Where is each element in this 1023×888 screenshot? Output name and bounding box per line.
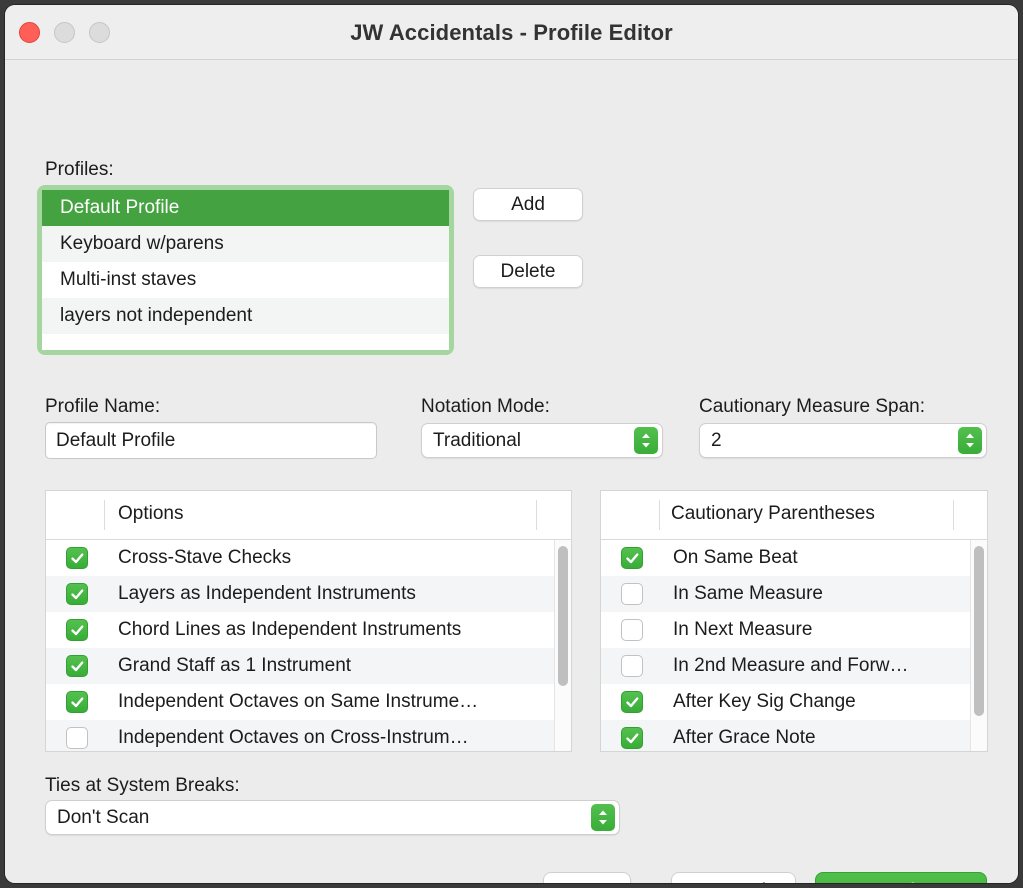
scrollbar-thumb[interactable] <box>974 546 984 716</box>
ties-at-system-breaks-label: Ties at System Breaks: <box>45 775 240 796</box>
table-row-label: Grand Staff as 1 Instrument <box>118 655 352 676</box>
cautionary-measure-span-value: 2 <box>711 430 722 451</box>
add-profile-button[interactable]: Add <box>473 188 583 221</box>
table-row-label: Cross-Stave Checks <box>118 547 292 568</box>
notation-mode-select[interactable]: Traditional <box>421 423 663 458</box>
checkbox[interactable] <box>66 619 88 641</box>
profiles-list[interactable]: Default Profile Keyboard w/parens Multi-… <box>42 190 449 350</box>
notation-mode-value: Traditional <box>433 430 522 451</box>
profile-list-item[interactable]: Multi-inst staves <box>42 262 449 298</box>
table-row[interactable]: Layers as Independent Instruments <box>46 576 571 612</box>
profile-name-label: Profile Name: <box>45 396 161 417</box>
table-row-label: In 2nd Measure and Forw… <box>673 655 909 676</box>
cautionary-table-header: Cautionary Parentheses <box>601 491 987 540</box>
options-table: Options Cross-Stave Checks Layers as Ind… <box>45 490 572 752</box>
dialog-content: Profiles: Default Profile Keyboard w/par… <box>5 60 1018 883</box>
scrollbar[interactable] <box>970 540 987 751</box>
table-row[interactable]: Grand Staff as 1 Instrument <box>46 648 571 684</box>
table-row[interactable]: Independent Octaves on Cross-Instrum… <box>46 720 571 751</box>
cautionary-measure-span-label: Cautionary Measure Span: <box>699 396 926 417</box>
table-row[interactable]: On Same Beat <box>601 540 987 576</box>
options-table-body: Cross-Stave Checks Layers as Independent… <box>46 540 571 751</box>
ok-button[interactable]: OK <box>543 872 631 883</box>
ties-at-system-breaks-select[interactable]: Don't Scan <box>45 800 620 835</box>
table-row-label: Chord Lines as Independent Instruments <box>118 619 462 640</box>
profile-name-input[interactable] <box>45 422 377 459</box>
notation-mode-label: Notation Mode: <box>421 396 550 417</box>
checkbox[interactable] <box>621 655 643 677</box>
checkbox[interactable] <box>66 583 88 605</box>
scrollbar-thumb[interactable] <box>558 546 568 686</box>
table-row[interactable]: After Key Sig Change <box>601 684 987 720</box>
table-row[interactable]: In 2nd Measure and Forw… <box>601 648 987 684</box>
window-title: JW Accidentals - Profile Editor <box>350 20 673 45</box>
chevron-updown-icon[interactable] <box>634 427 658 454</box>
chevron-updown-icon[interactable] <box>591 804 615 831</box>
checkbox[interactable] <box>621 727 643 749</box>
ties-at-system-breaks-value: Don't Scan <box>57 807 150 828</box>
profile-list-empty-row <box>42 334 449 350</box>
checkbox[interactable] <box>621 583 643 605</box>
profile-editor-window: JW Accidentals - Profile Editor Profiles… <box>5 5 1018 883</box>
delete-profile-button[interactable]: Delete <box>473 255 583 288</box>
table-row[interactable]: Chord Lines as Independent Instruments <box>46 612 571 648</box>
checkbox[interactable] <box>621 691 643 713</box>
table-row-label: In Same Measure <box>673 583 823 604</box>
table-row-label: Independent Octaves on Cross-Instrum… <box>118 727 469 748</box>
checkbox[interactable] <box>66 691 88 713</box>
profiles-label: Profiles: <box>45 159 114 180</box>
cancel-button[interactable]: Cancel <box>671 872 796 883</box>
table-row-label: After Key Sig Change <box>673 691 856 712</box>
checkbox[interactable] <box>621 547 643 569</box>
chevron-updown-icon[interactable] <box>958 427 982 454</box>
cautionary-parentheses-table: Cautionary Parentheses On Same Beat In S… <box>600 490 988 752</box>
table-row-label: Independent Octaves on Same Instrume… <box>118 691 479 712</box>
cautionary-table-header-label: Cautionary Parentheses <box>671 503 875 524</box>
table-row-label: Layers as Independent Instruments <box>118 583 416 604</box>
table-row[interactable]: In Same Measure <box>601 576 987 612</box>
options-table-header-label: Options <box>118 503 184 524</box>
table-row[interactable]: In Next Measure <box>601 612 987 648</box>
profiles-list-focus-ring: Default Profile Keyboard w/parens Multi-… <box>37 185 454 355</box>
table-row[interactable]: After Grace Note <box>601 720 987 751</box>
cautionary-measure-span-select[interactable]: 2 <box>699 423 987 458</box>
checkbox[interactable] <box>621 619 643 641</box>
checkbox[interactable] <box>66 547 88 569</box>
title-bar: JW Accidentals - Profile Editor <box>5 5 1018 60</box>
table-row-label: On Same Beat <box>673 547 798 568</box>
table-row[interactable]: Independent Octaves on Same Instrume… <box>46 684 571 720</box>
profile-list-item[interactable]: Keyboard w/parens <box>42 226 449 262</box>
options-table-header: Options <box>46 491 571 540</box>
checkbox[interactable] <box>66 727 88 749</box>
profile-list-item[interactable]: layers not independent <box>42 298 449 334</box>
profile-list-item[interactable]: Default Profile <box>42 190 449 226</box>
table-row-label: In Next Measure <box>673 619 813 640</box>
checkbox[interactable] <box>66 655 88 677</box>
cautionary-table-body: On Same Beat In Same Measure In Next Mea… <box>601 540 987 751</box>
table-row-label: After Grace Note <box>673 727 816 748</box>
scrollbar[interactable] <box>554 540 571 751</box>
table-row[interactable]: Cross-Stave Checks <box>46 540 571 576</box>
ok-and-use-button[interactable]: OK and Use <box>815 872 987 883</box>
